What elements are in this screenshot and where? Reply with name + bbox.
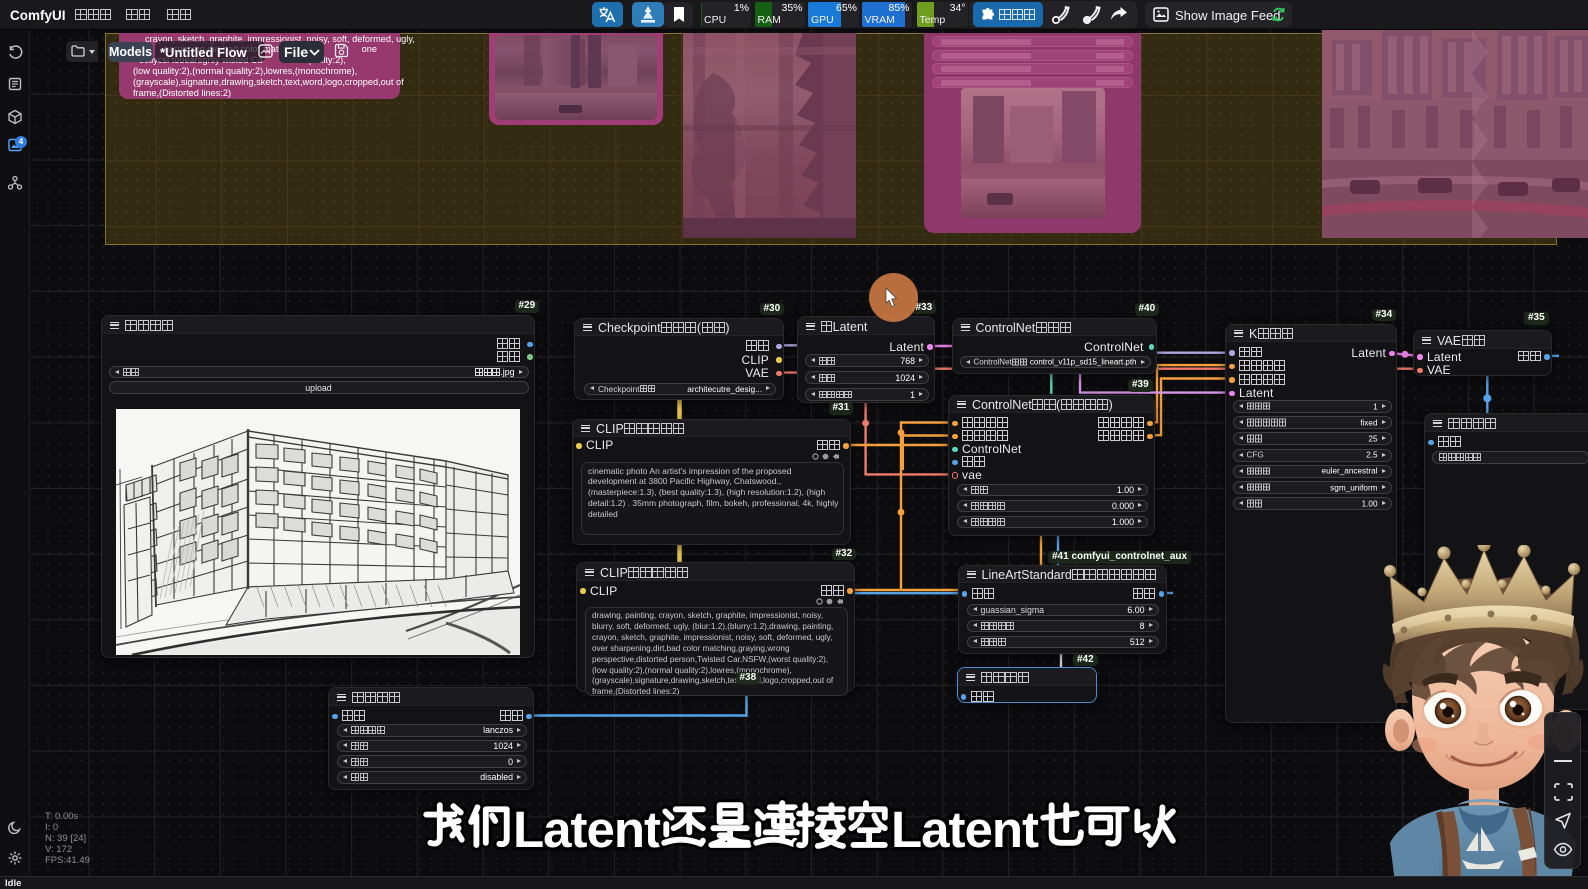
svg-text:Latent: Latent bbox=[891, 801, 1039, 858]
svg-text:Latent: Latent bbox=[513, 801, 661, 858]
